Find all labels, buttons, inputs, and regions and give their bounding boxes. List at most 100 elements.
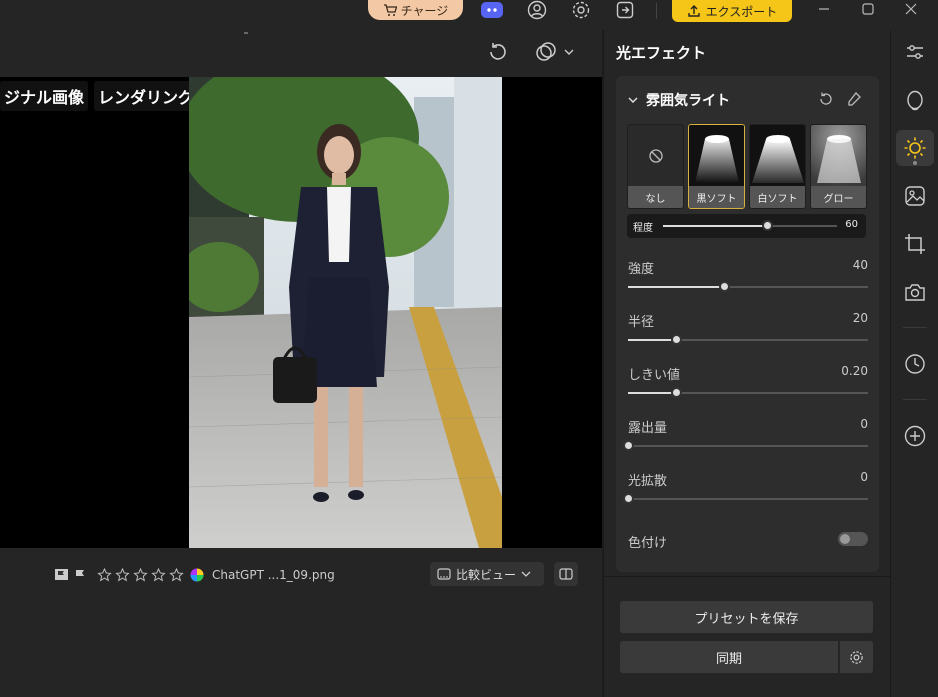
slider-knob[interactable] [671, 334, 682, 345]
image-preview[interactable]: ジナル画像 レンダリング [0, 77, 602, 548]
slider-value: 0 [860, 470, 868, 484]
compare-view-button[interactable]: 比較ビュー [430, 562, 544, 586]
canvas-area: ジナル画像 レンダリング ChatGPT ...1_09.png 比較ビュー [0, 30, 602, 697]
section-title: 雰囲気ライト [646, 93, 730, 109]
divider [604, 576, 891, 577]
slider-value: 40 [852, 258, 868, 272]
overlay-menu[interactable] [534, 40, 574, 64]
overlay-icon [536, 42, 556, 61]
charge-label: チャージ [400, 3, 449, 18]
save-preset-button[interactable]: プリセットを保存 [620, 601, 873, 633]
degree-value: 60 [845, 219, 858, 230]
slider-track [628, 387, 868, 398]
slider-diffusion[interactable]: 光拡散 0 [623, 470, 868, 510]
camera-icon[interactable] [896, 274, 934, 310]
slider-radius[interactable]: 半径 20 [628, 311, 868, 351]
slider-knob[interactable] [719, 281, 730, 292]
star-icon[interactable] [133, 568, 148, 582]
preset-label: 黒ソフト [689, 186, 744, 208]
reject-flag-icon[interactable] [74, 569, 87, 581]
adjust-icon[interactable] [896, 34, 934, 70]
slider-intensity[interactable]: 強度 40 [628, 258, 868, 298]
drag-handle[interactable] [244, 32, 248, 34]
preset-black-soft[interactable]: 黒ソフト [688, 124, 745, 209]
minimize-icon[interactable] [813, 0, 835, 18]
slider-label: 半径 [628, 315, 655, 330]
slider-knob[interactable] [671, 387, 682, 398]
share-icon[interactable] [614, 0, 636, 20]
effects-panel: 光エフェクト 雰囲気ライト なし 黒ソフト 白ソフト グロー 程度 60 強度 … [603, 30, 891, 697]
degree-track [663, 220, 837, 231]
color-label-icon[interactable] [190, 568, 204, 582]
degree-slider[interactable]: 程度 60 [627, 214, 866, 238]
slider-label: 強度 [628, 262, 655, 277]
discord-icon[interactable] [481, 0, 503, 20]
degree-label: 程度 [633, 223, 653, 234]
slider-knob[interactable] [623, 440, 634, 451]
preset-white-soft[interactable]: 白ソフト [749, 124, 806, 209]
preset-list: なし 黒ソフト 白ソフト グロー [627, 124, 867, 209]
sticker-icon[interactable] [896, 178, 934, 214]
slider-label: 露出量 [628, 421, 668, 436]
colorize-row: 色付け [628, 532, 868, 572]
export-label: エクスポート [705, 4, 778, 19]
star-icon[interactable] [115, 568, 130, 582]
star-icon[interactable] [169, 568, 184, 582]
star-icon[interactable] [151, 568, 166, 582]
chevron-down-icon [628, 97, 638, 103]
divider [903, 399, 927, 400]
charge-button[interactable]: チャージ [368, 0, 463, 20]
split-view-icon [559, 568, 573, 580]
divider [656, 3, 657, 19]
star-icon[interactable] [97, 568, 112, 582]
active-indicator [913, 161, 917, 165]
original-image-label: ジナル画像 [0, 81, 89, 111]
slider-track [623, 493, 868, 504]
settings-icon[interactable] [570, 0, 592, 20]
degree-knob[interactable] [762, 220, 774, 231]
slider-track [623, 440, 868, 451]
slider-value: 0 [860, 417, 868, 431]
maximize-icon[interactable] [857, 0, 879, 18]
history-icon[interactable] [896, 346, 934, 382]
account-icon[interactable] [526, 0, 548, 20]
colorize-label: 色付け [628, 536, 668, 551]
export-icon [687, 5, 700, 17]
add-icon[interactable] [896, 418, 934, 454]
filename: ChatGPT ...1_09.png [212, 568, 335, 582]
slider-label: 光拡散 [628, 474, 668, 489]
slider-fill [628, 339, 676, 341]
preset-none[interactable]: なし [627, 124, 684, 209]
divider [903, 327, 927, 328]
slider-fill [628, 392, 676, 394]
reset-icon[interactable] [818, 91, 834, 111]
slider-knob[interactable] [623, 493, 634, 504]
degree-fill [663, 225, 768, 227]
preset-glow[interactable]: グロー [810, 124, 867, 209]
gear-icon [850, 650, 863, 664]
crop-icon[interactable] [896, 226, 934, 262]
flag-icon[interactable] [55, 569, 68, 581]
chevron-down-icon [521, 571, 531, 577]
tool-sidebar [890, 30, 938, 697]
undo-icon[interactable] [486, 40, 510, 68]
star-rating[interactable] [97, 568, 184, 582]
sync-settings-button[interactable] [840, 641, 873, 673]
none-icon [648, 149, 663, 163]
title-bar: チャージ エクスポート [0, 0, 938, 30]
eraser-icon[interactable] [846, 91, 862, 111]
section-header[interactable]: 雰囲気ライト [628, 90, 730, 110]
face-icon[interactable] [896, 82, 934, 118]
cart-icon [383, 3, 397, 16]
sync-button[interactable]: 同期 [620, 641, 838, 673]
colorize-toggle[interactable] [838, 532, 868, 546]
chevron-down-icon [564, 49, 574, 55]
slider-track [628, 281, 868, 292]
slider-threshold[interactable]: しきい値 0.20 [628, 364, 868, 404]
close-icon[interactable] [900, 0, 922, 18]
export-button[interactable]: エクスポート [672, 0, 792, 22]
preset-label: なし [628, 186, 683, 208]
slider-exposure[interactable]: 露出量 0 [623, 417, 868, 457]
compare-icon [437, 568, 451, 580]
split-view-button[interactable] [554, 562, 578, 586]
